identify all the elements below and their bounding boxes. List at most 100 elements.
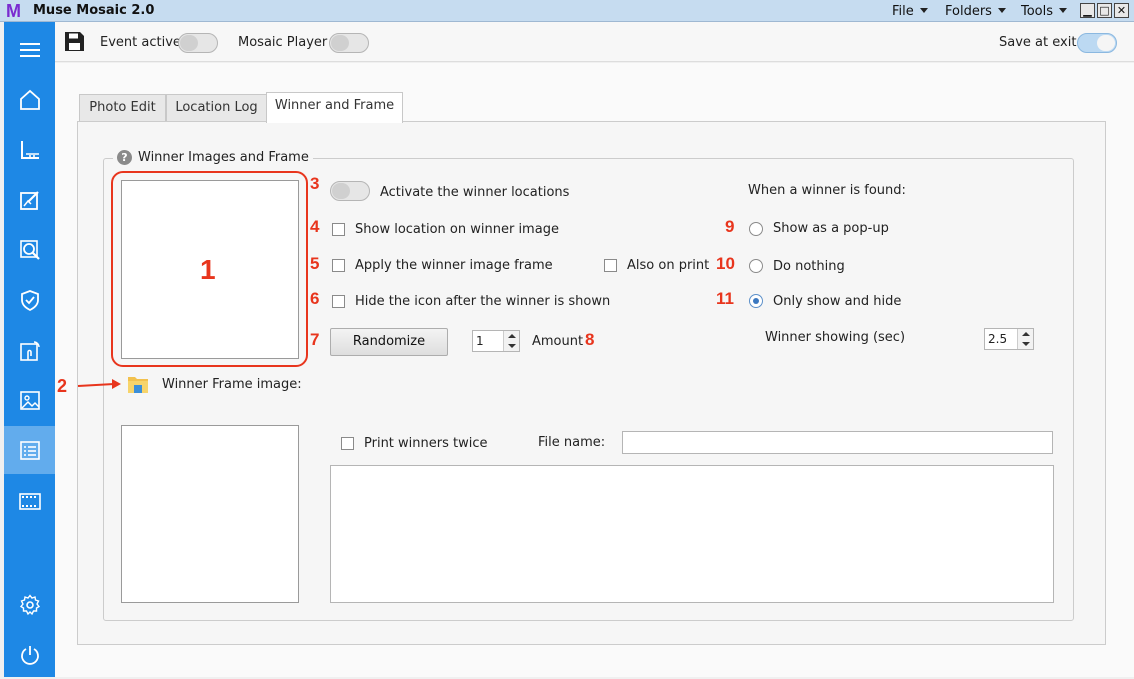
minimize-button[interactable]: ▁	[1080, 3, 1095, 18]
folder-icon	[128, 377, 148, 393]
sidebar-item-settings[interactable]	[4, 581, 55, 629]
file-name-label: File name:	[538, 435, 606, 450]
home-icon	[19, 89, 40, 110]
tab-photo-edit[interactable]: Photo Edit	[79, 94, 166, 122]
event-active-toggle[interactable]	[178, 33, 218, 53]
event-active-label: Event active	[100, 35, 181, 50]
shield-icon	[20, 290, 39, 311]
toggle-knob	[180, 35, 198, 51]
gear-icon	[19, 594, 40, 616]
print-twice-checkbox[interactable]	[341, 437, 354, 450]
sidebar-item-menu[interactable]	[4, 26, 55, 74]
search-icon	[19, 240, 40, 260]
when-found-label: When a winner is found:	[748, 183, 906, 198]
annotation-arrow	[77, 379, 121, 389]
chevron-down-icon	[997, 8, 1006, 13]
spin-down-icon[interactable]	[504, 341, 519, 351]
do-nothing-radio[interactable]	[749, 259, 763, 273]
sidebar-item-film[interactable]	[4, 477, 55, 525]
activate-winner-label: Activate the winner locations	[380, 185, 570, 200]
menu-file-label: File	[892, 4, 914, 19]
menu-tools[interactable]: Tools	[1021, 4, 1068, 19]
toggle-knob	[332, 183, 350, 199]
hide-icon-checkbox[interactable]	[332, 295, 345, 308]
image-icon	[19, 391, 40, 410]
frame-image-label: Winner Frame image:	[162, 377, 302, 392]
group-legend: ? Winner Images and Frame	[113, 150, 313, 165]
randomize-button[interactable]: Randomize	[330, 328, 448, 356]
annotation-2: 2	[57, 376, 68, 396]
annotation-8: 8	[585, 330, 595, 349]
tab-winner-and-frame[interactable]: Winner and Frame	[266, 92, 403, 123]
help-icon[interactable]: ?	[117, 150, 132, 165]
chevron-down-icon	[919, 8, 928, 13]
hide-icon-label: Hide the icon after the winner is shown	[355, 294, 611, 309]
tab-location-log[interactable]: Location Log	[166, 94, 267, 122]
do-nothing-radio-label: Do nothing	[773, 259, 845, 274]
file-name-input[interactable]	[622, 431, 1053, 454]
menu-icon	[19, 43, 40, 57]
also-on-print-label: Also on print	[627, 258, 710, 273]
annotation-7: 7	[310, 330, 320, 349]
spin-up-icon[interactable]	[504, 331, 519, 341]
activate-winner-toggle[interactable]	[330, 181, 370, 201]
open-frame-folder-button[interactable]	[127, 374, 149, 398]
winner-showing-spin-buttons[interactable]	[1017, 329, 1033, 349]
save-at-exit-label: Save at exit	[999, 35, 1077, 50]
save-at-exit-toggle[interactable]	[1077, 33, 1117, 53]
checklist-icon	[19, 441, 40, 460]
sidebar-item-ruler[interactable]	[4, 126, 55, 174]
app-title: Muse Mosaic 2.0	[33, 3, 155, 18]
sidebar-item-search[interactable]	[4, 226, 55, 274]
show-and-hide-radio[interactable]	[749, 294, 763, 308]
sidebar-item-shield[interactable]	[4, 276, 55, 324]
frame-image-preview[interactable]	[121, 425, 299, 603]
show-location-checkbox[interactable]	[332, 223, 345, 236]
also-on-print-checkbox[interactable]	[604, 259, 617, 272]
chevron-down-icon	[1059, 8, 1068, 13]
sidebar-item-image[interactable]	[4, 376, 55, 424]
annotation-6: 6	[310, 289, 320, 308]
menu-tools-label: Tools	[1021, 4, 1054, 19]
apply-frame-checkbox[interactable]	[332, 259, 345, 272]
annotation-9: 9	[725, 217, 735, 236]
annotation-3: 3	[310, 174, 320, 193]
close-button[interactable]: ✕	[1114, 3, 1129, 18]
print-twice-label: Print winners twice	[364, 436, 488, 451]
winner-showing-spinner[interactable]: 2.5	[984, 328, 1034, 350]
menu-file[interactable]: File	[892, 4, 928, 19]
amount-label: Amount	[532, 334, 584, 349]
menu-folders-label: Folders	[945, 4, 992, 19]
sidebar-item-power[interactable]	[4, 631, 55, 679]
menu-folders[interactable]: Folders	[945, 4, 1006, 19]
toggle-knob	[331, 35, 349, 51]
popup-radio-label: Show as a pop-up	[773, 221, 889, 236]
maximize-button[interactable]: □	[1097, 3, 1112, 18]
amount-spinner[interactable]: 1	[472, 330, 520, 352]
amount-spin-buttons[interactable]	[503, 331, 519, 351]
ruler-icon	[20, 141, 39, 159]
film-icon	[18, 493, 41, 510]
sidebar-item-edit-photo[interactable]	[4, 176, 55, 224]
app-logo: M	[6, 1, 21, 21]
winner-showing-value: 2.5	[988, 332, 1008, 346]
show-location-label: Show location on winner image	[355, 222, 559, 237]
sidebar-item-checklist[interactable]	[4, 426, 55, 474]
save-icon-button[interactable]	[64, 31, 85, 56]
spin-down-icon[interactable]	[1018, 339, 1033, 349]
mosaic-player-label: Mosaic Player	[238, 35, 328, 50]
annotation-10: 10	[716, 254, 735, 273]
spin-up-icon[interactable]	[1018, 329, 1033, 339]
power-icon	[20, 646, 39, 665]
winner-text-area[interactable]	[330, 465, 1054, 603]
save-icon	[65, 32, 84, 51]
apply-frame-label: Apply the winner image frame	[355, 258, 553, 273]
mosaic-player-toggle[interactable]	[329, 33, 369, 53]
group-title: Winner Images and Frame	[138, 150, 309, 165]
annotation-5: 5	[310, 254, 320, 273]
popup-radio[interactable]	[749, 222, 763, 236]
edit-photo-icon	[19, 191, 39, 210]
sidebar-item-home[interactable]	[4, 76, 55, 124]
sidebar-item-touch[interactable]	[4, 327, 55, 375]
annotation-1: 1	[200, 254, 216, 285]
